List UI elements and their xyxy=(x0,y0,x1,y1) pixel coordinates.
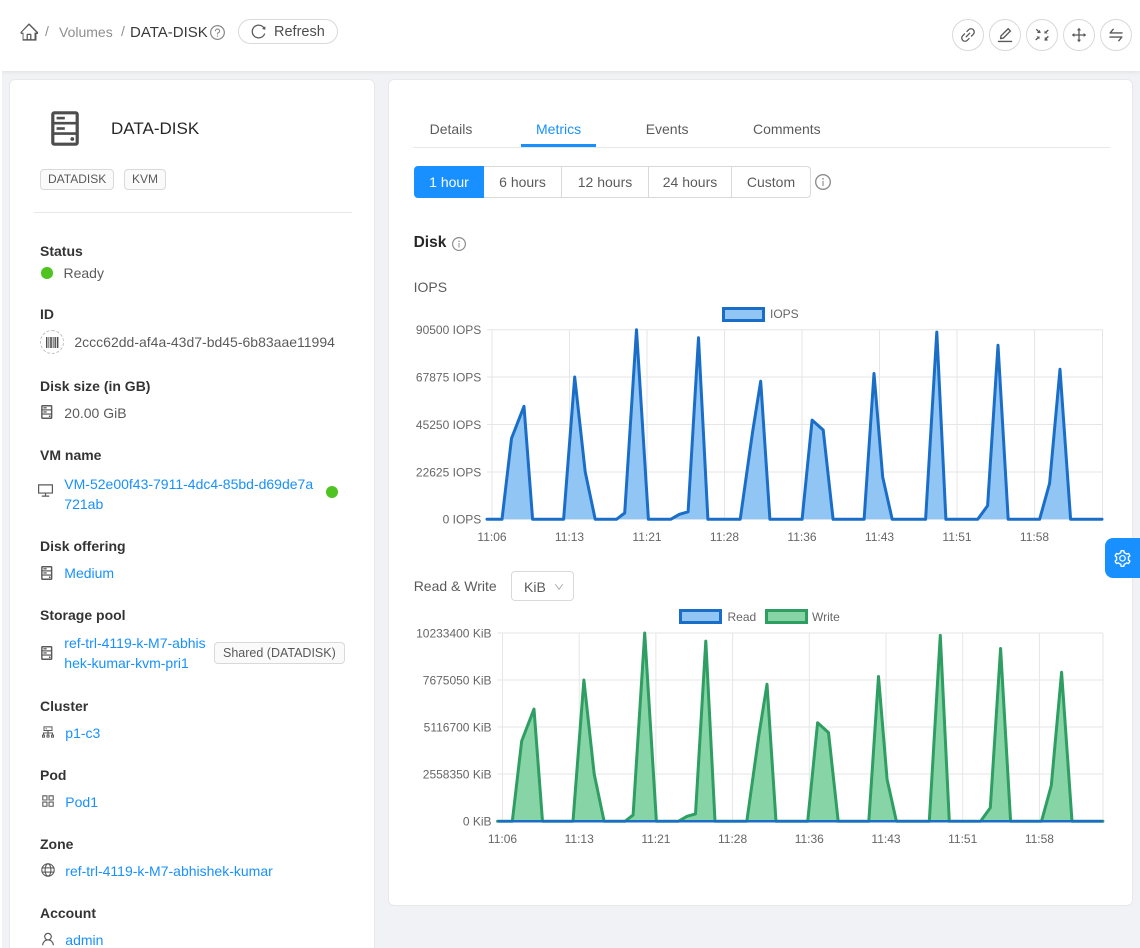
svg-text:11:58: 11:58 xyxy=(1020,530,1049,544)
svg-text:11:36: 11:36 xyxy=(787,530,816,544)
svg-text:5116700 KiB: 5116700 KiB xyxy=(424,720,492,734)
svg-text:0 KiB: 0 KiB xyxy=(463,815,492,829)
svg-text:11:43: 11:43 xyxy=(865,530,894,544)
svg-text:11:06: 11:06 xyxy=(488,832,517,846)
svg-text:11:13: 11:13 xyxy=(565,832,594,846)
svg-text:11:43: 11:43 xyxy=(871,832,900,846)
svg-text:11:13: 11:13 xyxy=(555,530,584,544)
svg-text:11:51: 11:51 xyxy=(942,530,971,544)
svg-text:11:58: 11:58 xyxy=(1025,832,1054,846)
svg-text:11:21: 11:21 xyxy=(632,530,661,544)
svg-text:0 IOPS: 0 IOPS xyxy=(443,513,482,527)
svg-text:2558350 KiB: 2558350 KiB xyxy=(423,767,492,781)
svg-text:11:06: 11:06 xyxy=(477,530,506,544)
svg-text:11:36: 11:36 xyxy=(795,832,824,846)
svg-text:11:28: 11:28 xyxy=(718,832,747,846)
svg-text:90500 IOPS: 90500 IOPS xyxy=(416,323,481,337)
svg-text:11:51: 11:51 xyxy=(948,832,977,846)
svg-text:11:21: 11:21 xyxy=(641,832,670,846)
svg-text:7675050 KiB: 7675050 KiB xyxy=(423,673,492,687)
svg-text:11:28: 11:28 xyxy=(710,530,739,544)
svg-text:22625 IOPS: 22625 IOPS xyxy=(416,465,481,479)
svg-text:45250 IOPS: 45250 IOPS xyxy=(416,418,481,432)
svg-text:67875 IOPS: 67875 IOPS xyxy=(416,370,481,384)
svg-text:10233400 KiB: 10233400 KiB xyxy=(416,626,491,640)
